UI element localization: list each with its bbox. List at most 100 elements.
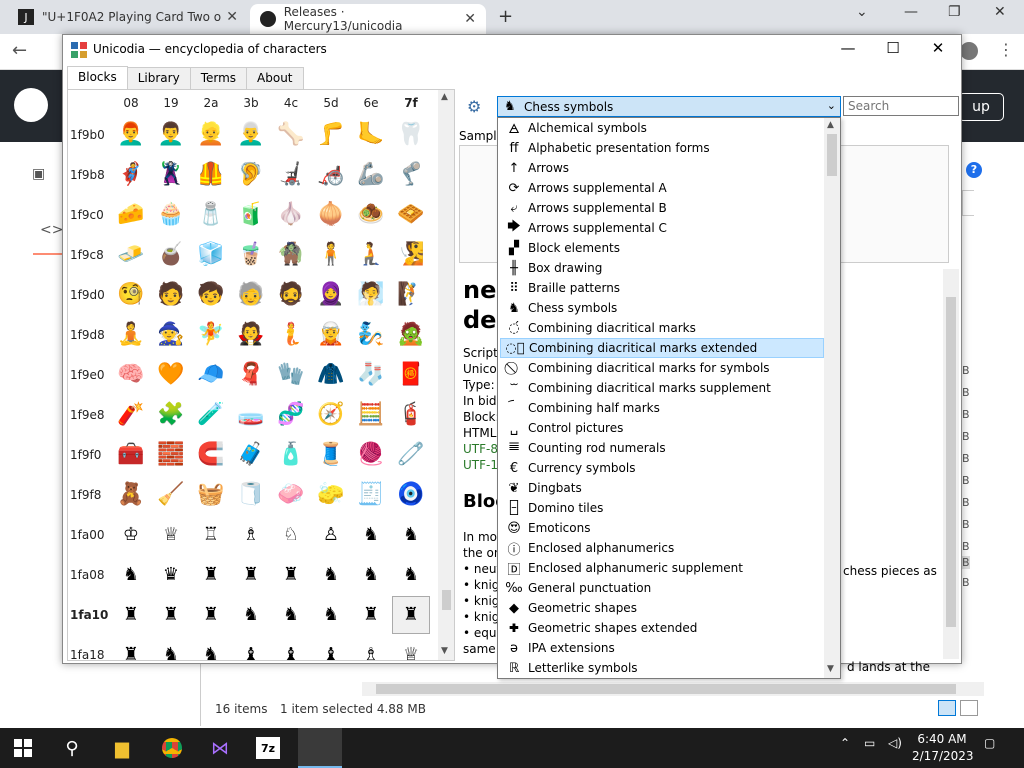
help-icon[interactable]: ? (966, 162, 982, 178)
dropdown-item[interactable]: ▞ Block elements (500, 238, 824, 258)
char-cell[interactable]: 🧢 (192, 356, 230, 394)
tab-library[interactable]: Library (126, 67, 191, 89)
details-view-button[interactable] (938, 700, 956, 716)
char-cell[interactable]: 🧣 (232, 356, 270, 394)
chrome-icon[interactable] (158, 734, 186, 762)
windows-start-icon[interactable] (14, 739, 32, 757)
char-cell[interactable]: 🧅 (312, 196, 350, 234)
chevron-down-icon[interactable]: ⌄ (856, 4, 868, 20)
char-cell[interactable]: 🧋 (232, 236, 270, 274)
char-cell[interactable]: ♙ (312, 516, 350, 554)
char-cell[interactable]: ♔ (112, 516, 150, 554)
minimize-icon[interactable]: — (904, 4, 918, 20)
dropdown-item[interactable]: ↑ Arrows (500, 158, 824, 178)
char-cell[interactable]: 🧚 (192, 316, 230, 354)
more-icon[interactable]: ⋮ (998, 40, 1014, 59)
globe-settings-icon[interactable]: ⚙ (467, 97, 481, 116)
char-cell[interactable]: 🧰 (112, 436, 150, 474)
dropdown-item[interactable]: ﬀ Alphabetic presentation forms (500, 138, 824, 158)
close-icon[interactable]: ✕ (226, 9, 238, 25)
dropdown-item[interactable]: 🞧 Geometric shapes extended (500, 618, 824, 638)
char-cell[interactable]: ♞ (232, 596, 270, 634)
char-cell[interactable]: 🧧 (392, 356, 430, 394)
char-cell[interactable]: 🧽 (312, 476, 350, 514)
char-cell[interactable]: ♞ (312, 556, 350, 594)
tab-terms[interactable]: Terms (189, 67, 248, 89)
char-cell[interactable]: ♞ (352, 516, 390, 554)
char-cell[interactable]: 🧗 (392, 276, 430, 314)
char-cell[interactable]: 🧇 (392, 196, 430, 234)
dropdown-item[interactable]: ⟳ Arrows supplemental A (500, 178, 824, 198)
dropdown-scrollbar[interactable]: ▲ ▼ (824, 118, 840, 678)
horizontal-scrollbar[interactable] (362, 682, 984, 696)
dropdown-item[interactable]: 🁣 Domino tiles (500, 498, 824, 518)
back-arrow-icon[interactable]: ← (12, 40, 27, 61)
close-icon[interactable]: ✕ (923, 39, 953, 61)
dropdown-item[interactable]: ♞ Chess symbols (500, 298, 824, 318)
dropdown-item[interactable]: ‰ General punctuation (500, 578, 824, 598)
char-cell[interactable]: 🧥 (312, 356, 350, 394)
close-icon[interactable]: ✕ (464, 11, 476, 27)
char-cell[interactable]: 🧬 (272, 396, 310, 434)
char-cell[interactable]: 🧙 (152, 316, 190, 354)
char-cell[interactable]: 🧿 (392, 476, 430, 514)
char-cell[interactable]: 🧏 (392, 236, 430, 274)
char-cell[interactable]: 🧄 (272, 196, 310, 234)
char-cell[interactable]: 🧖 (352, 276, 390, 314)
char-cell[interactable]: 🧛 (232, 316, 270, 354)
restore-icon[interactable]: ❐ (948, 4, 961, 20)
char-cell[interactable]: 🧡 (152, 356, 190, 394)
dropdown-item[interactable]: 🡆 Arrows supplemental C (500, 218, 824, 238)
char-cell[interactable]: 🧟 (392, 316, 430, 354)
char-cell[interactable]: ♞ (312, 596, 350, 634)
char-cell[interactable]: 🧂 (192, 196, 230, 234)
chevron-down-icon[interactable]: ⌄ (827, 99, 836, 112)
char-cell[interactable]: 🦹 (152, 156, 190, 194)
char-cell[interactable]: 🦵 (312, 116, 350, 154)
char-cell[interactable]: ♝ (312, 636, 350, 661)
char-cell[interactable]: 🧵 (312, 436, 350, 474)
browser-tab-2[interactable]: Releases · Mercury13/unicodia ✕ (250, 4, 486, 34)
char-cell[interactable]: ♞ (352, 556, 390, 594)
dropdown-item[interactable]: € Currency symbols (500, 458, 824, 478)
char-cell[interactable]: 🧮 (352, 396, 390, 434)
char-cell[interactable]: 🧷 (392, 436, 430, 474)
char-cell[interactable]: 🧞 (352, 316, 390, 354)
char-cell[interactable]: 🦶 (352, 116, 390, 154)
dropdown-item[interactable]: ⓘ Enclosed alphanumerics (500, 538, 824, 558)
grid-scrollbar[interactable]: ▲ ▼ (438, 90, 454, 660)
char-cell[interactable]: 🧝 (312, 316, 350, 354)
char-cell[interactable]: 🧁 (152, 196, 190, 234)
dropdown-item[interactable]: ℝ Letterlike symbols (500, 658, 824, 678)
dropdown-item[interactable]: ᷓ Combining diacritical marks supplement (500, 378, 824, 398)
char-cell[interactable]: ♜ (112, 596, 150, 634)
char-cell[interactable]: 🧘 (112, 316, 150, 354)
dropdown-item[interactable]: ❦ Dingbats (500, 478, 824, 498)
dropdown-item[interactable]: ︠ Combining half marks (500, 398, 824, 418)
char-cell[interactable]: 🧉 (152, 236, 190, 274)
char-cell[interactable]: 🧪 (192, 396, 230, 434)
char-cell[interactable]: ♘ (272, 516, 310, 554)
char-cell[interactable]: ♞ (112, 556, 150, 594)
char-cell[interactable]: ♜ (192, 556, 230, 594)
dropdown-item[interactable]: ⠿ Braille patterns (500, 278, 824, 298)
char-cell[interactable]: 🧒 (192, 276, 230, 314)
char-cell[interactable]: 🧲 (192, 436, 230, 474)
char-cell[interactable]: 🧤 (272, 356, 310, 394)
clock[interactable]: 6:40 AM 2/17/2023 (912, 731, 974, 765)
char-cell[interactable]: ♗ (232, 516, 270, 554)
char-cell[interactable]: 🧍 (312, 236, 350, 274)
char-cell[interactable]: 🧺 (192, 476, 230, 514)
char-cell[interactable]: 🧓 (232, 276, 270, 314)
file-explorer-icon[interactable]: ▆ (108, 734, 136, 762)
visual-studio-icon[interactable]: ⋈ (206, 734, 234, 762)
dropdown-item[interactable]: ◆ Geometric shapes (500, 598, 824, 618)
new-tab-button[interactable]: + (498, 6, 513, 27)
minimize-icon[interactable]: — (833, 39, 863, 61)
avatar[interactable] (960, 42, 978, 60)
dropdown-item[interactable]: ◌᪰ Combining diacritical marks extended (500, 338, 824, 358)
sign-up-button[interactable]: up (958, 93, 1004, 121)
char-cell[interactable]: 🧱 (152, 436, 190, 474)
char-cell[interactable]: 🧨 (112, 396, 150, 434)
char-cell[interactable]: 🧌 (272, 236, 310, 274)
